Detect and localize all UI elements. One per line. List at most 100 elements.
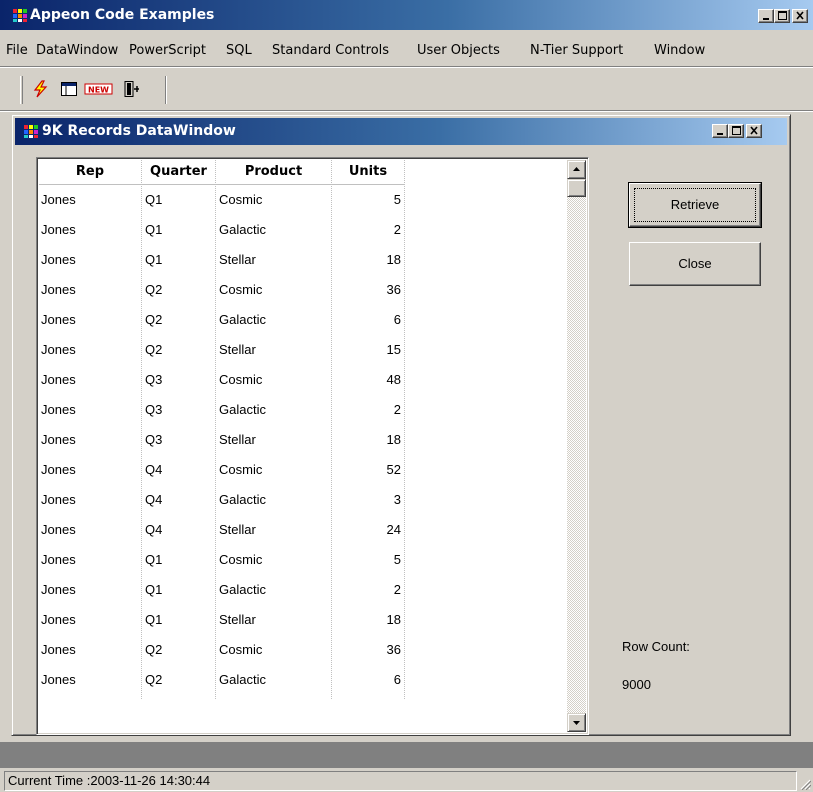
table-row[interactable]: Jones Q1 Stellar 18 <box>39 605 404 635</box>
cell-units[interactable]: 15 <box>334 335 401 365</box>
menu-powerscript[interactable]: PowerScript <box>129 43 206 58</box>
resize-grip-icon[interactable] <box>799 778 811 790</box>
cell-product[interactable]: Galactic <box>219 575 329 605</box>
cell-units[interactable]: 36 <box>334 635 401 665</box>
cell-units[interactable]: 6 <box>334 665 401 695</box>
cell-units[interactable]: 18 <box>334 425 401 455</box>
cell-units[interactable]: 5 <box>334 545 401 575</box>
cell-rep[interactable]: Jones <box>41 425 139 455</box>
menu-user-objects[interactable]: User Objects <box>417 43 500 58</box>
app-titlebar[interactable]: Appeon Code Examples <box>0 0 813 30</box>
cell-units[interactable]: 24 <box>334 515 401 545</box>
scroll-up-button[interactable] <box>567 160 586 179</box>
cell-quarter[interactable]: Q1 <box>145 545 213 575</box>
cell-quarter[interactable]: Q2 <box>145 305 213 335</box>
table-row[interactable]: Jones Q1 Cosmic 5 <box>39 545 404 575</box>
column-header-quarter[interactable]: Quarter <box>142 160 215 184</box>
cell-product[interactable]: Galactic <box>219 305 329 335</box>
cell-rep[interactable]: Jones <box>41 485 139 515</box>
menu-standard-controls[interactable]: Standard Controls <box>272 43 389 58</box>
scroll-thumb[interactable] <box>567 179 586 197</box>
cell-rep[interactable]: Jones <box>41 605 139 635</box>
cell-units[interactable]: 6 <box>334 305 401 335</box>
child-minimize-button[interactable] <box>712 124 728 138</box>
cell-product[interactable]: Cosmic <box>219 545 329 575</box>
cell-quarter[interactable]: Q3 <box>145 425 213 455</box>
cell-units[interactable]: 2 <box>334 395 401 425</box>
cell-rep[interactable]: Jones <box>41 515 139 545</box>
cell-units[interactable]: 2 <box>334 575 401 605</box>
cell-rep[interactable]: Jones <box>41 455 139 485</box>
cell-rep[interactable]: Jones <box>41 335 139 365</box>
minimize-button[interactable] <box>758 9 774 23</box>
table-row[interactable]: Jones Q2 Stellar 15 <box>39 335 404 365</box>
new-icon[interactable]: NEW <box>84 80 114 98</box>
table-row[interactable]: Jones Q2 Cosmic 36 <box>39 275 404 305</box>
table-row[interactable]: Jones Q1 Cosmic 5 <box>39 185 404 215</box>
cell-quarter[interactable]: Q1 <box>145 185 213 215</box>
cell-product[interactable]: Galactic <box>219 485 329 515</box>
table-row[interactable]: Jones Q1 Galactic 2 <box>39 215 404 245</box>
cell-product[interactable]: Cosmic <box>219 185 329 215</box>
cell-units[interactable]: 48 <box>334 365 401 395</box>
cell-rep[interactable]: Jones <box>41 215 139 245</box>
close-button[interactable]: Close <box>629 242 761 286</box>
cell-rep[interactable]: Jones <box>41 575 139 605</box>
window-layout-icon[interactable] <box>60 80 78 98</box>
cell-rep[interactable]: Jones <box>41 305 139 335</box>
cell-product[interactable]: Cosmic <box>219 635 329 665</box>
close-window-button[interactable] <box>792 9 808 23</box>
toolbar-grip[interactable] <box>20 76 23 104</box>
cell-product[interactable]: Galactic <box>219 215 329 245</box>
cell-units[interactable]: 36 <box>334 275 401 305</box>
maximize-button[interactable] <box>774 9 790 23</box>
cell-product[interactable]: Cosmic <box>219 275 329 305</box>
menu-datawindow[interactable]: DataWindow <box>36 43 118 58</box>
cell-quarter[interactable]: Q2 <box>145 335 213 365</box>
table-row[interactable]: Jones Q4 Cosmic 52 <box>39 455 404 485</box>
exit-door-icon[interactable] <box>122 80 140 98</box>
cell-quarter[interactable]: Q1 <box>145 575 213 605</box>
cell-quarter[interactable]: Q1 <box>145 605 213 635</box>
cell-rep[interactable]: Jones <box>41 185 139 215</box>
cell-rep[interactable]: Jones <box>41 395 139 425</box>
cell-rep[interactable]: Jones <box>41 545 139 575</box>
cell-quarter[interactable]: Q2 <box>145 665 213 695</box>
column-header-rep[interactable]: Rep <box>39 160 141 184</box>
cell-rep[interactable]: Jones <box>41 275 139 305</box>
cell-quarter[interactable]: Q4 <box>145 485 213 515</box>
table-row[interactable]: Jones Q2 Galactic 6 <box>39 305 404 335</box>
cell-units[interactable]: 3 <box>334 485 401 515</box>
cell-units[interactable]: 18 <box>334 245 401 275</box>
cell-product[interactable]: Stellar <box>219 245 329 275</box>
cell-quarter[interactable]: Q4 <box>145 455 213 485</box>
table-row[interactable]: Jones Q2 Cosmic 36 <box>39 635 404 665</box>
cell-product[interactable]: Cosmic <box>219 455 329 485</box>
cell-units[interactable]: 18 <box>334 605 401 635</box>
cell-quarter[interactable]: Q4 <box>145 515 213 545</box>
table-row[interactable]: Jones Q4 Galactic 3 <box>39 485 404 515</box>
column-header-product[interactable]: Product <box>216 160 331 184</box>
menu-file[interactable]: File <box>6 43 28 58</box>
cell-product[interactable]: Stellar <box>219 425 329 455</box>
cell-product[interactable]: Galactic <box>219 395 329 425</box>
cell-rep[interactable]: Jones <box>41 245 139 275</box>
cell-quarter[interactable]: Q2 <box>145 275 213 305</box>
scroll-down-button[interactable] <box>567 713 586 732</box>
datawindow-grid[interactable]: Rep Quarter Product Units Jones Q1 Cosmic 5… <box>36 157 589 735</box>
cell-quarter[interactable]: Q1 <box>145 215 213 245</box>
table-row[interactable]: Jones Q4 Stellar 24 <box>39 515 404 545</box>
table-row[interactable]: Jones Q3 Galactic 2 <box>39 395 404 425</box>
table-row[interactable]: Jones Q1 Stellar 18 <box>39 245 404 275</box>
lightning-run-icon[interactable] <box>32 80 50 98</box>
cell-quarter[interactable]: Q2 <box>145 635 213 665</box>
menu-sql[interactable]: SQL <box>226 43 252 58</box>
cell-units[interactable]: 52 <box>334 455 401 485</box>
cell-product[interactable]: Stellar <box>219 335 329 365</box>
child-titlebar[interactable]: 9K Records DataWindow <box>15 118 787 145</box>
cell-rep[interactable]: Jones <box>41 365 139 395</box>
retrieve-button[interactable]: Retrieve <box>628 182 762 228</box>
cell-product[interactable]: Stellar <box>219 515 329 545</box>
table-row[interactable]: Jones Q1 Galactic 2 <box>39 575 404 605</box>
menu-window[interactable]: Window <box>654 43 705 58</box>
